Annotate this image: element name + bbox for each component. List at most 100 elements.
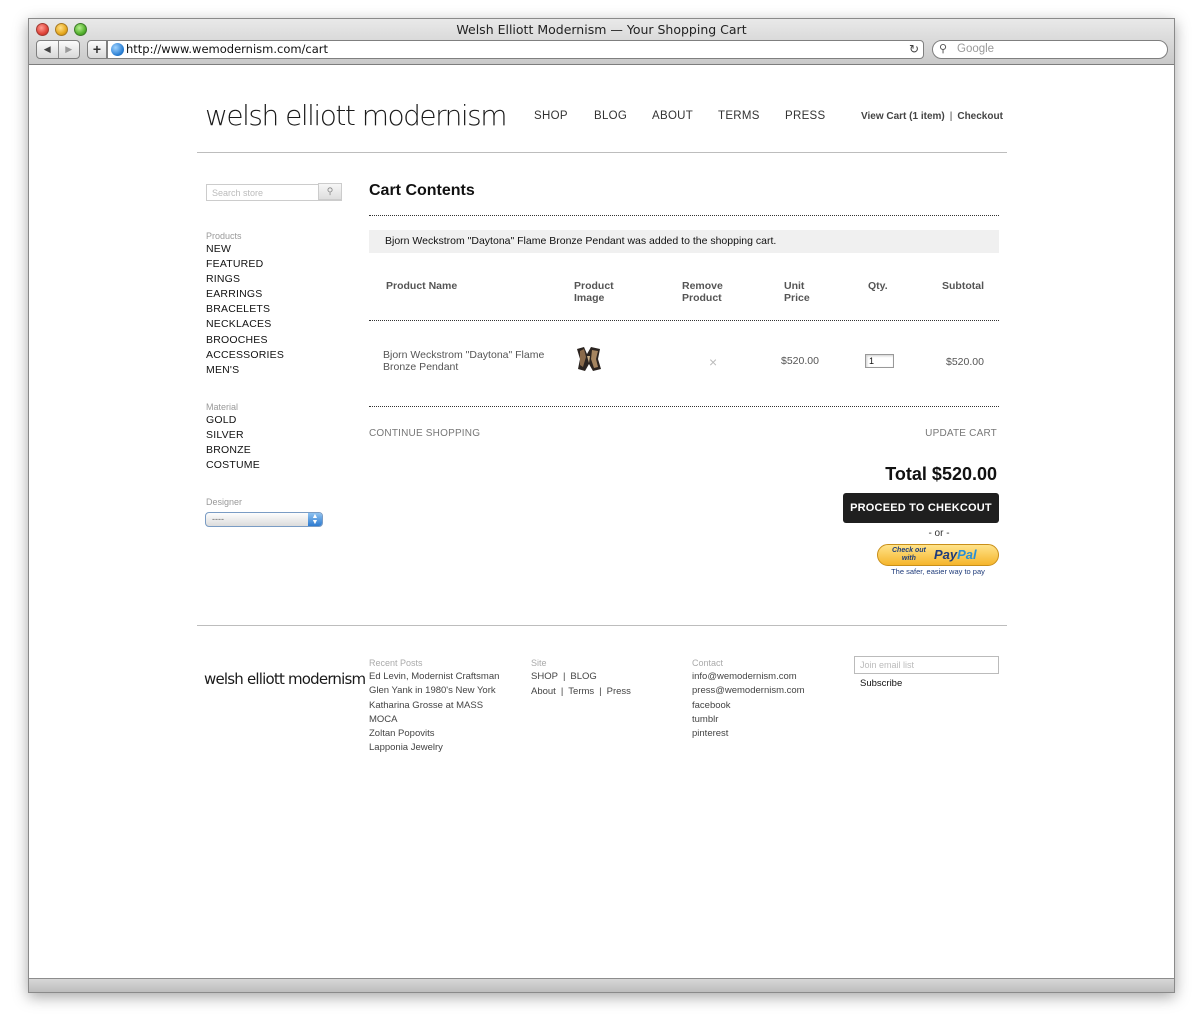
contact-heading: Contact [692,658,724,668]
page-content: welsh elliott modernism SHOP BLOG ABOUT … [29,66,1174,978]
forward-arrow-icon[interactable]: ▶ [57,41,80,58]
table-header-divider [369,320,999,321]
paypal-check-out-line1: Check out [892,547,926,554]
recent-posts-heading: Recent Posts [369,658,423,668]
category-mens[interactable]: MEN'S [206,363,284,378]
paypal-pal: Pal [957,547,977,562]
nav-shop[interactable]: SHOP [534,110,568,122]
checkout-link[interactable]: Checkout [957,111,1003,122]
site-logo[interactable]: welsh elliott modernism [205,99,508,132]
col-qty: Qty. [868,280,888,292]
table-bottom-divider [369,406,999,407]
browser-search-field[interactable]: ⚲ Google [932,40,1168,59]
facebook-link[interactable]: facebook [692,699,805,713]
email-list-input[interactable]: Join email list [854,656,999,674]
paypal-checkout-button[interactable]: Check out with PayPal [877,544,999,566]
col-unit-line2: Price [784,292,810,304]
cart-item-name[interactable]: Bjorn Weckstrom "Daytona" Flame Bronze P… [383,349,553,373]
col-product-image-line2: Image [574,292,605,304]
material-silver[interactable]: SILVER [206,428,260,443]
paypal-check-out-line2: with [901,555,916,562]
category-earrings[interactable]: EARRINGS [206,287,284,302]
url-text: http://www.wemodernism.com/cart [126,42,329,56]
contact-info-email[interactable]: info@wemodernism.com [692,670,805,684]
footer-blog-link[interactable]: BLOG [570,671,596,682]
nav-terms[interactable]: TERMS [718,110,760,122]
browser-titlebar: Welsh Elliott Modernism — Your Shopping … [29,19,1174,65]
window-title: Welsh Elliott Modernism — Your Shopping … [456,22,747,37]
category-brooches[interactable]: BROOCHES [206,333,284,348]
select-arrows-icon: ▲ ▼ [308,513,322,526]
designer-select[interactable]: ---- ▲ ▼ [205,512,323,527]
footer-divider [197,625,1007,626]
footer-press-link[interactable]: Press [607,686,631,697]
product-thumbnail[interactable] [574,345,604,373]
footer-terms-link[interactable]: Terms [568,686,594,697]
continue-shopping-link[interactable]: CONTINUE SHOPPING [369,428,480,439]
recent-post-link[interactable]: Glen Yank in 1980's New York [369,684,499,698]
browser-window: Welsh Elliott Modernism — Your Shopping … [28,18,1175,993]
category-accessories[interactable]: ACCESSORIES [206,348,284,363]
pinterest-link[interactable]: pinterest [692,727,805,741]
tumblr-link[interactable]: tumblr [692,713,805,727]
material-gold[interactable]: GOLD [206,413,260,428]
recent-post-link[interactable]: Ed Levin, Modernist Craftsman [369,670,499,684]
category-bracelets[interactable]: BRACELETS [206,302,284,317]
designer-selected-value: ---- [212,514,224,524]
remove-item-icon[interactable]: × [709,354,717,370]
cart-item-unit-price: $520.00 [781,355,819,367]
col-remove-line1: Remove [682,280,723,292]
update-cart-link[interactable]: UPDATE CART [925,428,997,439]
recent-post-link[interactable]: Lapponia Jewelry [369,741,499,755]
recent-post-link[interactable]: Zoltan Popovits [369,727,499,741]
title-divider [369,215,999,216]
recent-posts-list: Ed Levin, Modernist Craftsman Glen Yank … [369,670,499,756]
subscribe-button[interactable]: Subscribe [860,678,902,689]
added-to-cart-notice: Bjorn Weckstrom "Daytona" Flame Bronze P… [369,230,999,253]
reload-icon[interactable]: ↻ [909,41,919,58]
contact-list: info@wemodernism.com press@wemodernism.c… [692,670,805,741]
material-list: GOLD SILVER BRONZE COSTUME [206,413,260,473]
category-new[interactable]: NEW [206,242,284,257]
site-links-row1: SHOP | BLOG [531,671,597,682]
products-heading: Products [206,231,242,241]
cart-separator: | [949,111,953,122]
address-bar[interactable]: http://www.wemodernism.com/cart ↻ [107,40,924,59]
store-search-button[interactable]: ⚲ [318,183,342,200]
nav-blog[interactable]: BLOG [594,110,627,122]
view-cart-link[interactable]: View Cart (1 item) [861,111,945,122]
nav-about[interactable]: ABOUT [652,110,693,122]
col-remove-line2: Product [682,292,722,304]
material-heading: Material [206,402,239,412]
paypal-logo: PayPal [934,547,977,562]
category-featured[interactable]: FEATURED [206,257,284,272]
globe-icon [111,43,124,56]
recent-post-link[interactable]: MOCA [369,713,499,727]
category-necklaces[interactable]: NECKLACES [206,317,284,332]
site-links-row2: About | Terms | Press [531,686,631,697]
material-bronze[interactable]: BRONZE [206,443,260,458]
contact-press-email[interactable]: press@wemodernism.com [692,684,805,698]
category-rings[interactable]: RINGS [206,272,284,287]
browser-search-placeholder: Google [957,43,995,55]
add-bookmark-button[interactable]: + [87,40,107,59]
footer-logo[interactable]: welsh elliott modernism [204,670,366,688]
cart-links: View Cart (1 item) | Checkout [861,111,1003,122]
col-unit-line1: Unit [784,280,805,292]
cart-total: Total $520.00 [885,464,997,484]
back-arrow-icon[interactable]: ◀ [37,41,58,58]
material-costume[interactable]: COSTUME [206,458,260,473]
col-product-image-line1: Product [574,280,614,292]
footer-about-link[interactable]: About [531,686,556,697]
col-unit-price: Unit Price [784,280,810,304]
nav-press[interactable]: PRESS [785,110,826,122]
quantity-input[interactable]: 1 [865,354,894,368]
footer-shop-link[interactable]: SHOP [531,671,558,682]
col-subtotal: Subtotal [942,280,984,292]
cart-item-subtotal: $520.00 [946,356,984,368]
paypal-check-out-text: Check out with [892,547,926,563]
proceed-to-checkout-button[interactable]: PROCEED TO CHEKCOUT [843,493,999,523]
recent-post-link[interactable]: Katharina Grosse at MASS [369,699,499,713]
browser-statusbar [29,978,1174,992]
col-remove-product: Remove Product [682,280,723,304]
